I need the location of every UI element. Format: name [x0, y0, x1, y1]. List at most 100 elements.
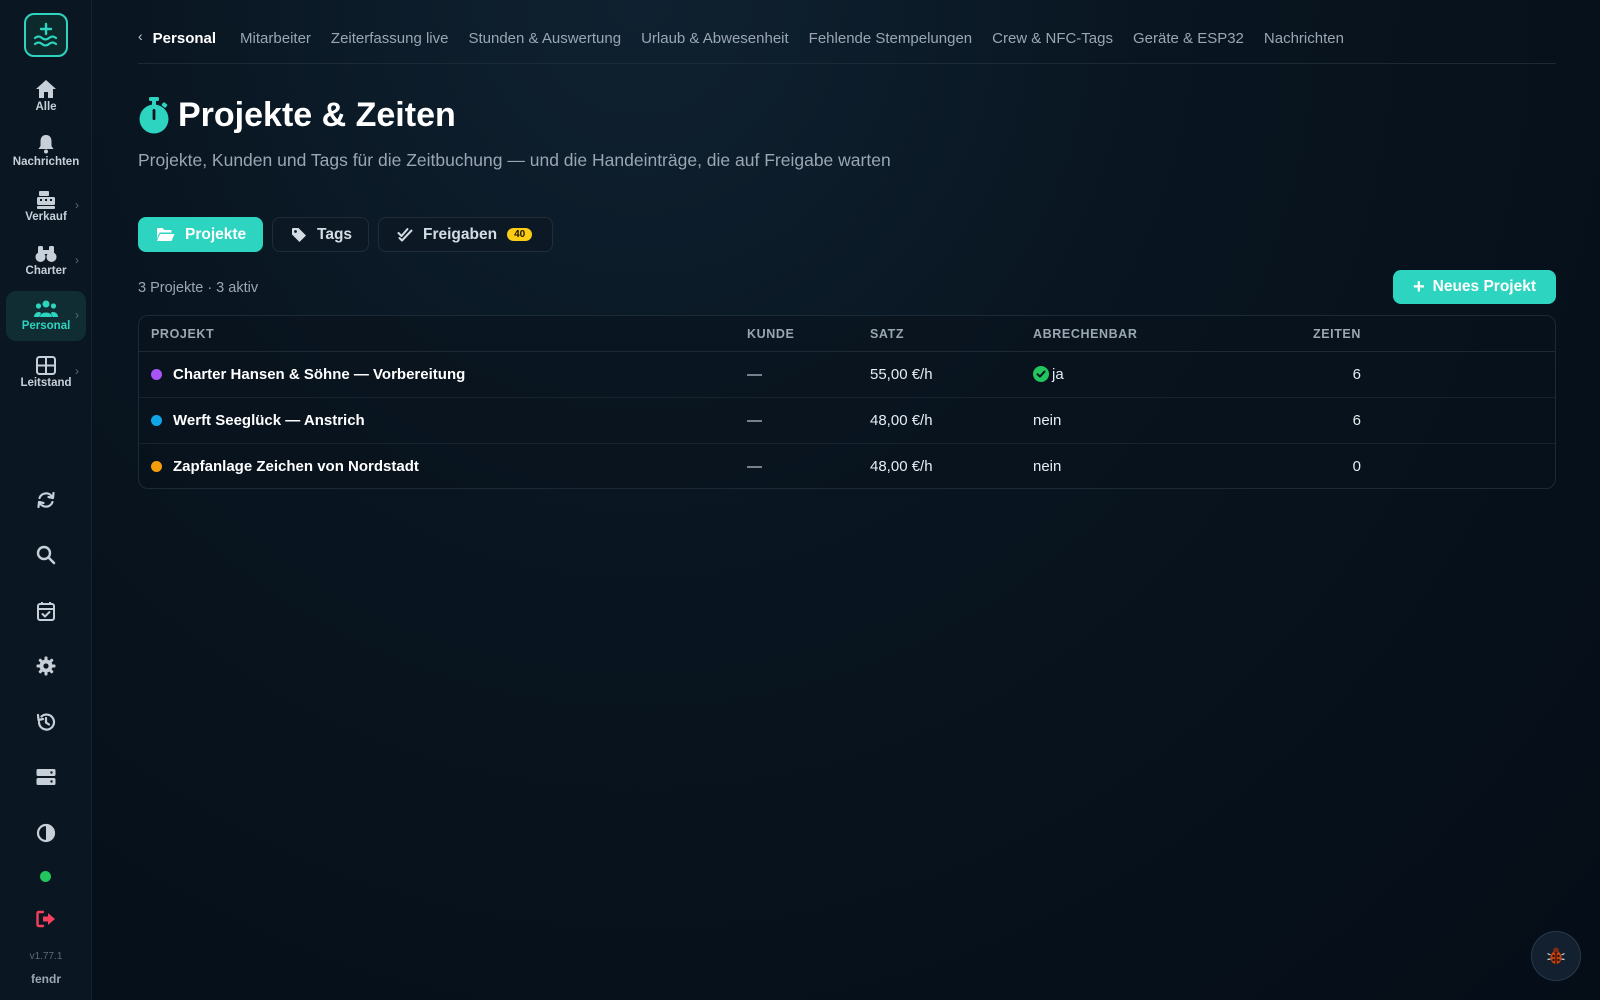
- app-version: v1.77.1: [29, 951, 63, 962]
- chevron-right-icon: ›: [75, 198, 79, 212]
- settings-button[interactable]: [30, 650, 62, 682]
- project-color-dot: [151, 415, 162, 426]
- refresh-icon: [37, 491, 55, 509]
- gear-icon: [36, 656, 56, 676]
- project-color-dot: [151, 461, 162, 472]
- sidebar-item-label: Leitstand: [20, 376, 72, 389]
- sidebar-item-personal[interactable]: Personal ›: [6, 291, 86, 341]
- abrechenbar-value: nein: [1033, 458, 1062, 475]
- sidebar-item-label: Charter: [25, 265, 67, 277]
- search-icon: [36, 545, 56, 565]
- tab-stunden-auswertung[interactable]: Stunden & Auswertung: [468, 30, 621, 47]
- logout-icon: [36, 910, 55, 928]
- chevron-right-icon: ›: [75, 308, 79, 322]
- app-logo[interactable]: [24, 13, 68, 57]
- logout-button[interactable]: [30, 903, 62, 935]
- grid-icon: [36, 355, 56, 375]
- double-check-icon: [397, 228, 413, 242]
- tab-freigaben[interactable]: Freigaben 40: [378, 217, 553, 252]
- tab-mitarbeiter[interactable]: Mitarbeiter: [240, 30, 311, 47]
- user-name: fendr: [31, 972, 61, 986]
- column-header-zeiten[interactable]: ZEITEN: [1291, 327, 1361, 341]
- folder-open-icon: [157, 228, 175, 241]
- contrast-icon: [36, 823, 56, 843]
- history-button[interactable]: [30, 706, 62, 738]
- abrechenbar-cell: ja: [1033, 366, 1064, 383]
- table-row[interactable]: Werft Seeglück — Anstrich — 48,00 €/h ne…: [139, 398, 1555, 444]
- chevron-right-icon: ›: [75, 364, 79, 378]
- page-title: Projekte & Zeiten: [178, 96, 456, 134]
- zeiten-cell: 6: [1352, 412, 1361, 429]
- sidebar-item-charter[interactable]: Charter ›: [6, 236, 86, 286]
- logo-icon: [33, 22, 58, 47]
- column-header-satz[interactable]: SATZ: [870, 327, 904, 341]
- new-project-button[interactable]: + Neues Projekt: [1393, 270, 1556, 304]
- stopwatch-icon: [139, 96, 169, 133]
- kunde-cell: —: [747, 458, 762, 475]
- bell-icon: [38, 135, 54, 154]
- column-header-abrechenbar[interactable]: ABRECHENBAR: [1033, 327, 1138, 341]
- sidebar: Alle Nachrichten Verkauf › Charter › Per…: [0, 0, 92, 1000]
- server-icon: [36, 769, 56, 785]
- project-name: Charter Hansen & Söhne — Vorbereitung: [173, 366, 466, 383]
- plus-icon: +: [1412, 275, 1425, 298]
- history-icon: [36, 713, 56, 731]
- tag-icon: [292, 227, 306, 242]
- project-name: Werft Seeglück — Anstrich: [173, 412, 365, 429]
- tab-label: Freigaben: [423, 225, 498, 243]
- column-header-kunde[interactable]: KUNDE: [747, 327, 794, 341]
- back-chevron-icon[interactable]: ‹: [138, 28, 143, 44]
- tab-nachrichten[interactable]: Nachrichten: [1264, 30, 1344, 47]
- home-icon: [36, 80, 56, 98]
- sidebar-item-verkauf[interactable]: Verkauf ›: [6, 181, 86, 231]
- top-navigation: ‹ Personal Mitarbeiter Zeiterfassung liv…: [138, 26, 1556, 64]
- satz-cell: 48,00 €/h: [870, 458, 933, 475]
- sidebar-item-label: Nachrichten: [12, 156, 80, 168]
- satz-cell: 48,00 €/h: [870, 412, 933, 429]
- tab-urlaub-abwesenheit[interactable]: Urlaub & Abwesenheit: [641, 30, 789, 47]
- sidebar-item-label: Verkauf: [25, 210, 67, 223]
- binoculars-icon: [35, 246, 57, 262]
- abrechenbar-cell: nein: [1033, 412, 1061, 429]
- table-row[interactable]: Charter Hansen & Söhne — Vorbereitung — …: [139, 352, 1555, 398]
- calendar-check-icon: [37, 602, 55, 621]
- new-project-label: Neues Projekt: [1432, 278, 1537, 295]
- project-color-dot: [151, 369, 162, 380]
- tab-tags[interactable]: Tags: [272, 217, 369, 252]
- kunde-cell: —: [747, 366, 762, 383]
- abrechenbar-value: nein: [1033, 412, 1062, 429]
- column-header-projekt[interactable]: PROJEKT: [151, 327, 214, 341]
- kunde-cell: —: [747, 412, 762, 429]
- tab-geraete-esp32[interactable]: Geräte & ESP32: [1133, 30, 1244, 47]
- theme-toggle[interactable]: [30, 817, 62, 849]
- bug-report-button[interactable]: [1531, 931, 1581, 981]
- refresh-button[interactable]: [30, 484, 62, 516]
- server-button[interactable]: [30, 761, 62, 793]
- current-section[interactable]: Personal: [153, 30, 216, 47]
- bug-icon: [1547, 947, 1565, 964]
- tab-label: Tags: [317, 225, 353, 243]
- tab-projekte[interactable]: Projekte: [138, 217, 263, 252]
- sidebar-item-label: Alle: [35, 101, 57, 113]
- sidebar-item-leitstand[interactable]: Leitstand ›: [6, 347, 86, 397]
- zeiten-cell: 6: [1352, 366, 1361, 383]
- search-button[interactable]: [30, 539, 62, 571]
- zeiten-cell: 0: [1352, 458, 1361, 475]
- tab-fehlende-stempelungen[interactable]: Fehlende Stempelungen: [809, 30, 972, 47]
- users-icon: [34, 300, 58, 317]
- page-subtitle: Projekte, Kunden und Tags für die Zeitbu…: [138, 150, 891, 170]
- table-header: PROJEKT KUNDE SATZ ABRECHENBAR ZEITEN: [139, 316, 1555, 352]
- sidebar-item-alle[interactable]: Alle: [6, 71, 86, 121]
- table-row[interactable]: Zapfanlage Zeichen von Nordstadt — 48,00…: [139, 444, 1555, 488]
- tab-zeiterfassung-live[interactable]: Zeiterfassung live: [331, 30, 449, 47]
- project-name: Zapfanlage Zeichen von Nordstadt: [173, 458, 419, 475]
- calendar-button[interactable]: [30, 595, 62, 627]
- check-circle-icon: [1033, 366, 1049, 382]
- satz-cell: 55,00 €/h: [870, 366, 933, 383]
- tab-label: Projekte: [185, 225, 247, 243]
- project-cell: Zapfanlage Zeichen von Nordstadt: [151, 458, 419, 475]
- sidebar-item-nachrichten[interactable]: Nachrichten: [6, 126, 86, 176]
- freigaben-count-badge: 40: [507, 228, 533, 241]
- tab-crew-nfc-tags[interactable]: Crew & NFC-Tags: [992, 30, 1113, 47]
- projects-table: PROJEKT KUNDE SATZ ABRECHENBAR ZEITEN Ch…: [138, 315, 1556, 489]
